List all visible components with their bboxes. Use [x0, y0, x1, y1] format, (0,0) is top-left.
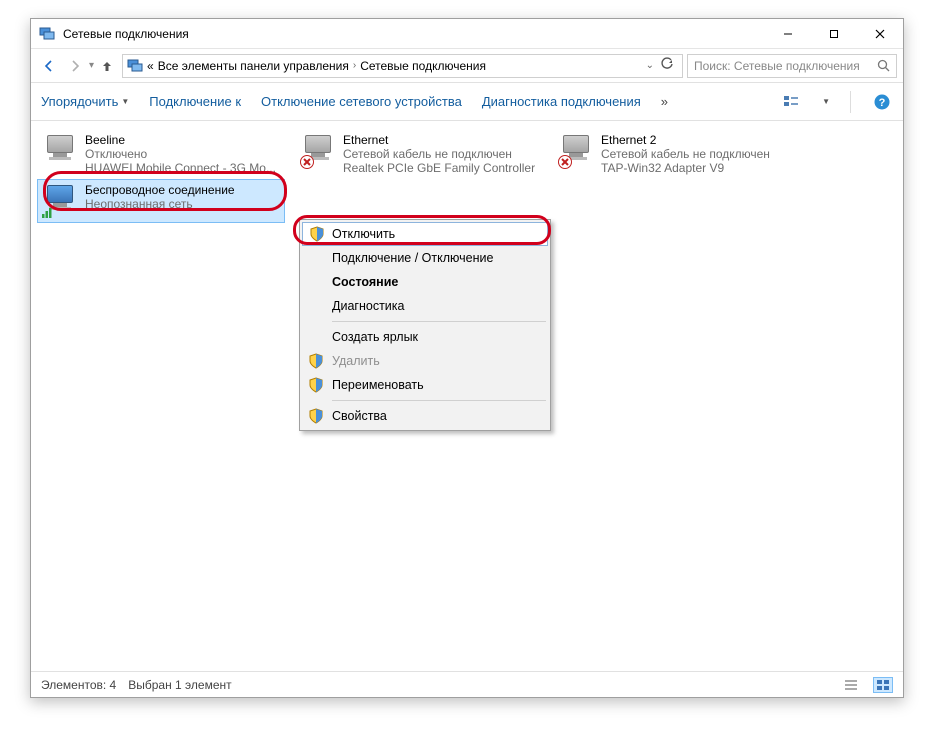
- connection-item-ethernet[interactable]: Ethernet Сетевой кабель не подключен Rea…: [295, 129, 543, 179]
- chevron-right-icon: ›: [353, 60, 356, 71]
- connection-device: Realtek PCIe GbE Family Controller: [343, 161, 535, 175]
- status-item-count: Элементов: 4: [41, 678, 116, 692]
- maximize-button[interactable]: [811, 19, 857, 49]
- window: Сетевые подключения ▾: [30, 18, 904, 698]
- help-button[interactable]: ?: [871, 91, 893, 113]
- view-options-button[interactable]: [780, 91, 802, 113]
- command-bar: Упорядочить▼ Подключение к Отключение се…: [31, 83, 903, 121]
- diagnose-button[interactable]: Диагностика подключения: [482, 94, 641, 109]
- menu-item-diagnose[interactable]: Диагностика: [302, 294, 548, 318]
- connection-item-ethernet-2[interactable]: Ethernet 2 Сетевой кабель не подключен T…: [553, 129, 801, 179]
- menu-separator: [332, 400, 546, 401]
- toolbar-overflow[interactable]: »: [661, 94, 668, 109]
- details-view-button[interactable]: [841, 677, 861, 693]
- app-icon: [39, 26, 55, 42]
- connection-name: Ethernet 2: [601, 133, 770, 147]
- shield-icon: [308, 377, 324, 393]
- nav-back-button[interactable]: [37, 54, 61, 78]
- connection-status: Неопознанная сеть: [85, 197, 235, 211]
- menu-separator: [332, 321, 546, 322]
- shield-icon: [308, 353, 324, 369]
- disconnected-x-icon: [557, 154, 573, 170]
- connection-device: TAP-Win32 Adapter V9: [601, 161, 770, 175]
- organize-menu[interactable]: Упорядочить▼: [41, 94, 129, 109]
- breadcrumb-seg-2[interactable]: Сетевые подключения: [360, 59, 486, 73]
- network-adapter-icon: [43, 183, 79, 219]
- breadcrumb-dropdown[interactable]: ⌄: [646, 60, 654, 71]
- minimize-button[interactable]: [765, 19, 811, 49]
- connection-device: HUAWEI Mobile Connect - 3G Mo...: [85, 161, 276, 175]
- search-icon: [877, 59, 890, 72]
- network-adapter-icon: [43, 133, 79, 169]
- shield-icon: [309, 226, 325, 242]
- view-dropdown-icon[interactable]: ▼: [822, 97, 830, 106]
- status-bar: Элементов: 4 Выбран 1 элемент: [31, 671, 903, 697]
- status-selection: Выбран 1 элемент: [128, 678, 231, 692]
- connection-item-beeline[interactable]: Beeline Отключено HUAWEI Mobile Connect …: [37, 129, 285, 179]
- nav-up-button[interactable]: [96, 55, 118, 77]
- menu-item-create-shortcut[interactable]: Создать ярлык: [302, 325, 548, 349]
- network-adapter-icon: [301, 133, 337, 169]
- disconnected-x-icon: [299, 154, 315, 170]
- nav-history-dropdown[interactable]: ▾: [89, 60, 94, 71]
- control-panel-icon: [127, 58, 143, 74]
- breadcrumb-seg-1[interactable]: Все элементы панели управления: [158, 59, 349, 73]
- context-menu: Отключить Подключение / Отключение Состо…: [299, 219, 551, 431]
- chevron-down-icon: ▼: [121, 97, 129, 106]
- tiles-view-button[interactable]: [873, 677, 893, 693]
- shield-icon: [308, 408, 324, 424]
- window-title: Сетевые подключения: [63, 27, 765, 41]
- connection-name: Ethernet: [343, 133, 535, 147]
- breadcrumb-chevron-left: «: [147, 59, 154, 73]
- connect-to-button[interactable]: Подключение к: [149, 94, 241, 109]
- close-button[interactable]: [857, 19, 903, 49]
- connection-status: Сетевой кабель не подключен: [343, 147, 535, 161]
- connection-name: Beeline: [85, 133, 276, 147]
- address-bar-row: ▾ « Все элементы панели управления › Сет…: [31, 49, 903, 83]
- signal-bars-icon: [42, 206, 56, 218]
- breadcrumb[interactable]: « Все элементы панели управления › Сетев…: [122, 54, 683, 78]
- menu-item-status[interactable]: Состояние: [302, 270, 548, 294]
- connection-item-wireless[interactable]: Беспроводное соединение Неопознанная сет…: [37, 179, 285, 223]
- connection-status: Сетевой кабель не подключен: [601, 147, 770, 161]
- disable-device-button[interactable]: Отключение сетевого устройства: [261, 94, 462, 109]
- network-adapter-icon: [559, 133, 595, 169]
- content-area[interactable]: Beeline Отключено HUAWEI Mobile Connect …: [31, 121, 903, 671]
- menu-item-rename[interactable]: Переименовать: [302, 373, 548, 397]
- refresh-button[interactable]: [660, 57, 674, 74]
- search-box[interactable]: Поиск: Сетевые подключения: [687, 54, 897, 78]
- svg-text:?: ?: [879, 97, 886, 109]
- connection-name: Беспроводное соединение: [85, 183, 235, 197]
- titlebar: Сетевые подключения: [31, 19, 903, 49]
- nav-forward-button[interactable]: [63, 54, 87, 78]
- divider: [850, 91, 851, 113]
- connection-status: Отключено: [85, 147, 276, 161]
- menu-item-properties[interactable]: Свойства: [302, 404, 548, 428]
- menu-item-connect-disconnect[interactable]: Подключение / Отключение: [302, 246, 548, 270]
- search-placeholder: Поиск: Сетевые подключения: [694, 59, 871, 73]
- menu-item-delete[interactable]: Удалить: [302, 349, 548, 373]
- menu-item-disable[interactable]: Отключить: [302, 222, 548, 246]
